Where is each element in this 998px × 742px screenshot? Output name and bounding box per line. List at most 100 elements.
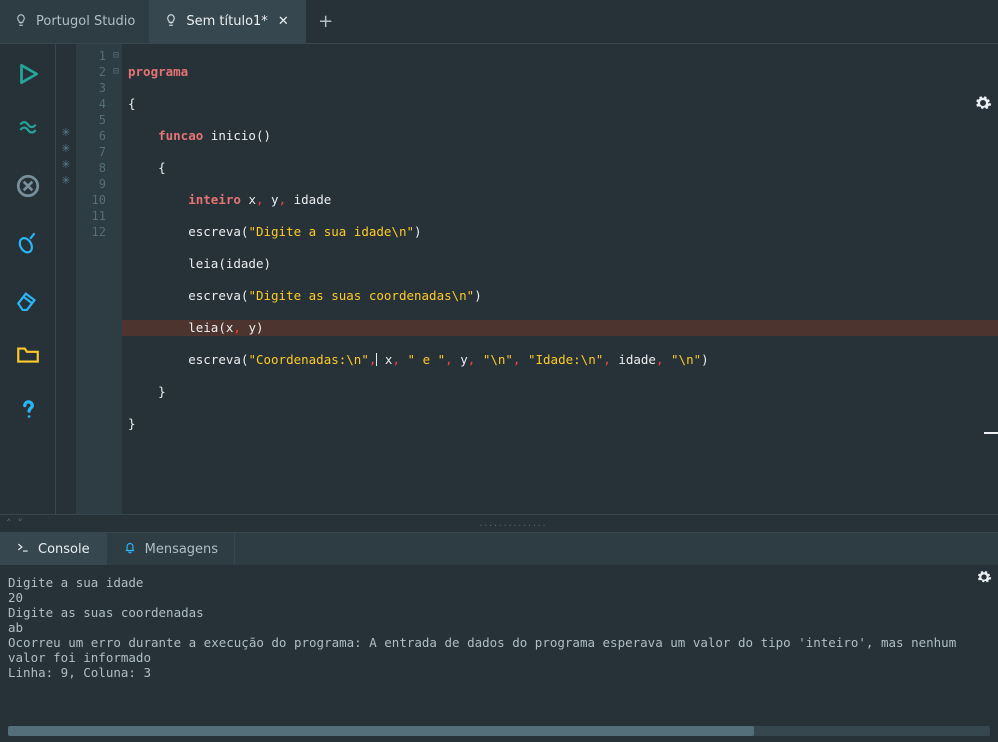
console-scrollbar[interactable] [8,726,990,736]
line-number: 1 [76,48,106,64]
console-line: Digite a sua idade [8,575,990,590]
tab-home[interactable]: Portugol Studio [0,0,150,43]
console-line: Linha: 9, Coluna: 3 [8,665,990,680]
chevron-down-icon: ˅ [18,517,24,530]
identifier: y [271,192,279,207]
debug-button[interactable] [12,114,44,146]
lightbulb-icon [14,13,28,31]
comma: , [369,352,377,367]
keyword: inteiro [188,192,241,207]
comma: , [279,192,287,207]
comma: , [233,320,241,335]
console-settings-button[interactable] [976,569,992,588]
comma: , [392,352,400,367]
brace: { [128,96,136,111]
tab-file-label: Sem título1* [186,14,267,29]
line-number: 6 [76,128,106,144]
run-button[interactable] [12,58,44,90]
help-button[interactable] [12,394,44,426]
code-area[interactable]: programa { funcao inicio() { inteiro x, … [122,44,998,514]
new-tab-button[interactable]: + [306,0,346,43]
bell-icon [123,540,137,558]
line-number: 2 [76,64,106,80]
open-file-button[interactable] [12,338,44,370]
console-line: Digite as suas coordenadas [8,605,990,620]
tab-console[interactable]: Console [0,533,107,565]
grip-dots-icon: .............. [29,519,998,529]
line-number: 7 [76,144,106,160]
comma: , [656,352,664,367]
terminal-icon [16,540,30,558]
chevron-up-icon: ˄ [6,517,12,530]
tab-file[interactable]: Sem título1* ✕ [150,0,305,43]
bug-icon: ✳ [61,140,70,156]
bottom-tab-bar: Console Mensagens [0,533,998,565]
identifier: y [248,320,256,335]
brace: { [158,160,166,175]
identifier: idade [294,192,332,207]
clean-button[interactable] [12,226,44,258]
string: "Idade:\n" [528,352,603,367]
bug-icon: ✳ [61,172,70,188]
console-line: ab [8,620,990,635]
text-caret [376,353,377,366]
close-tab-button[interactable]: ✕ [276,14,291,29]
lightbulb-icon [164,13,178,31]
identifier: idade [618,352,656,367]
left-toolbar [0,44,56,514]
eraser-button[interactable] [12,282,44,314]
main-area: ✳ ✳ ✳ ✳ 1 2 3 4 5 6 7 8 9 10 11 12 ⊟ ⊟ [0,44,998,514]
comma: , [256,192,264,207]
tab-home-label: Portugol Studio [36,14,135,29]
debug-margin: ✳ ✳ ✳ ✳ [56,44,76,514]
paren: ( [218,256,226,271]
paren: ( [218,320,226,335]
paren: ) [263,128,271,143]
paren: ) [414,224,422,239]
string: "Digite a sua idade\n" [248,224,414,239]
console-output[interactable]: Digite a sua idade 20 Digite as suas coo… [0,565,998,726]
comma: , [513,352,521,367]
paren: ) [256,320,264,335]
stop-button[interactable] [12,170,44,202]
fold-gutter: ⊟ ⊟ [110,44,122,514]
tab-messages[interactable]: Mensagens [107,533,235,565]
paren: ) [474,288,482,303]
line-number: 5 [76,112,106,128]
identifier: inicio [211,128,256,143]
brace: } [128,416,136,431]
comma: , [468,352,476,367]
code-editor[interactable]: 1 2 3 4 5 6 7 8 9 10 11 12 ⊟ ⊟ p [76,44,998,514]
line-number: 4 [76,96,106,112]
bottom-panel: Console Mensagens Digite a sua idade 20 … [0,532,998,742]
keyword: funcao [158,128,203,143]
panel-splitter[interactable]: ˄ ˅ .............. [0,514,998,532]
string: "\n" [671,352,701,367]
fold-marker[interactable]: ⊟ [110,48,122,64]
comma: , [603,352,611,367]
editor-settings-button[interactable] [974,94,992,116]
tab-messages-label: Mensagens [145,542,218,557]
line-number: 10 [76,192,106,208]
line-number-gutter: 1 2 3 4 5 6 7 8 9 10 11 12 [76,44,110,514]
string: "\n" [483,352,513,367]
line-number: 11 [76,208,106,224]
string: "Digite as suas coordenadas\n" [248,288,474,303]
identifier: leia [188,256,218,271]
paren: ) [701,352,709,367]
brace: } [158,384,166,399]
identifier: escreva [188,224,241,239]
bug-icon: ✳ [61,124,70,140]
identifier: idade [226,256,264,271]
bug-icon: ✳ [61,156,70,172]
identifier: escreva [188,288,241,303]
line-number: 12 [76,224,106,240]
line-number: 8 [76,160,106,176]
resize-handle[interactable] [984,432,998,434]
identifier: leia [188,320,218,335]
paren: ) [264,256,272,271]
fold-marker[interactable]: ⊟ [110,64,122,80]
tab-bar: Portugol Studio Sem título1* ✕ + [0,0,998,44]
identifier: x [248,192,256,207]
scrollbar-thumb[interactable] [8,726,754,736]
